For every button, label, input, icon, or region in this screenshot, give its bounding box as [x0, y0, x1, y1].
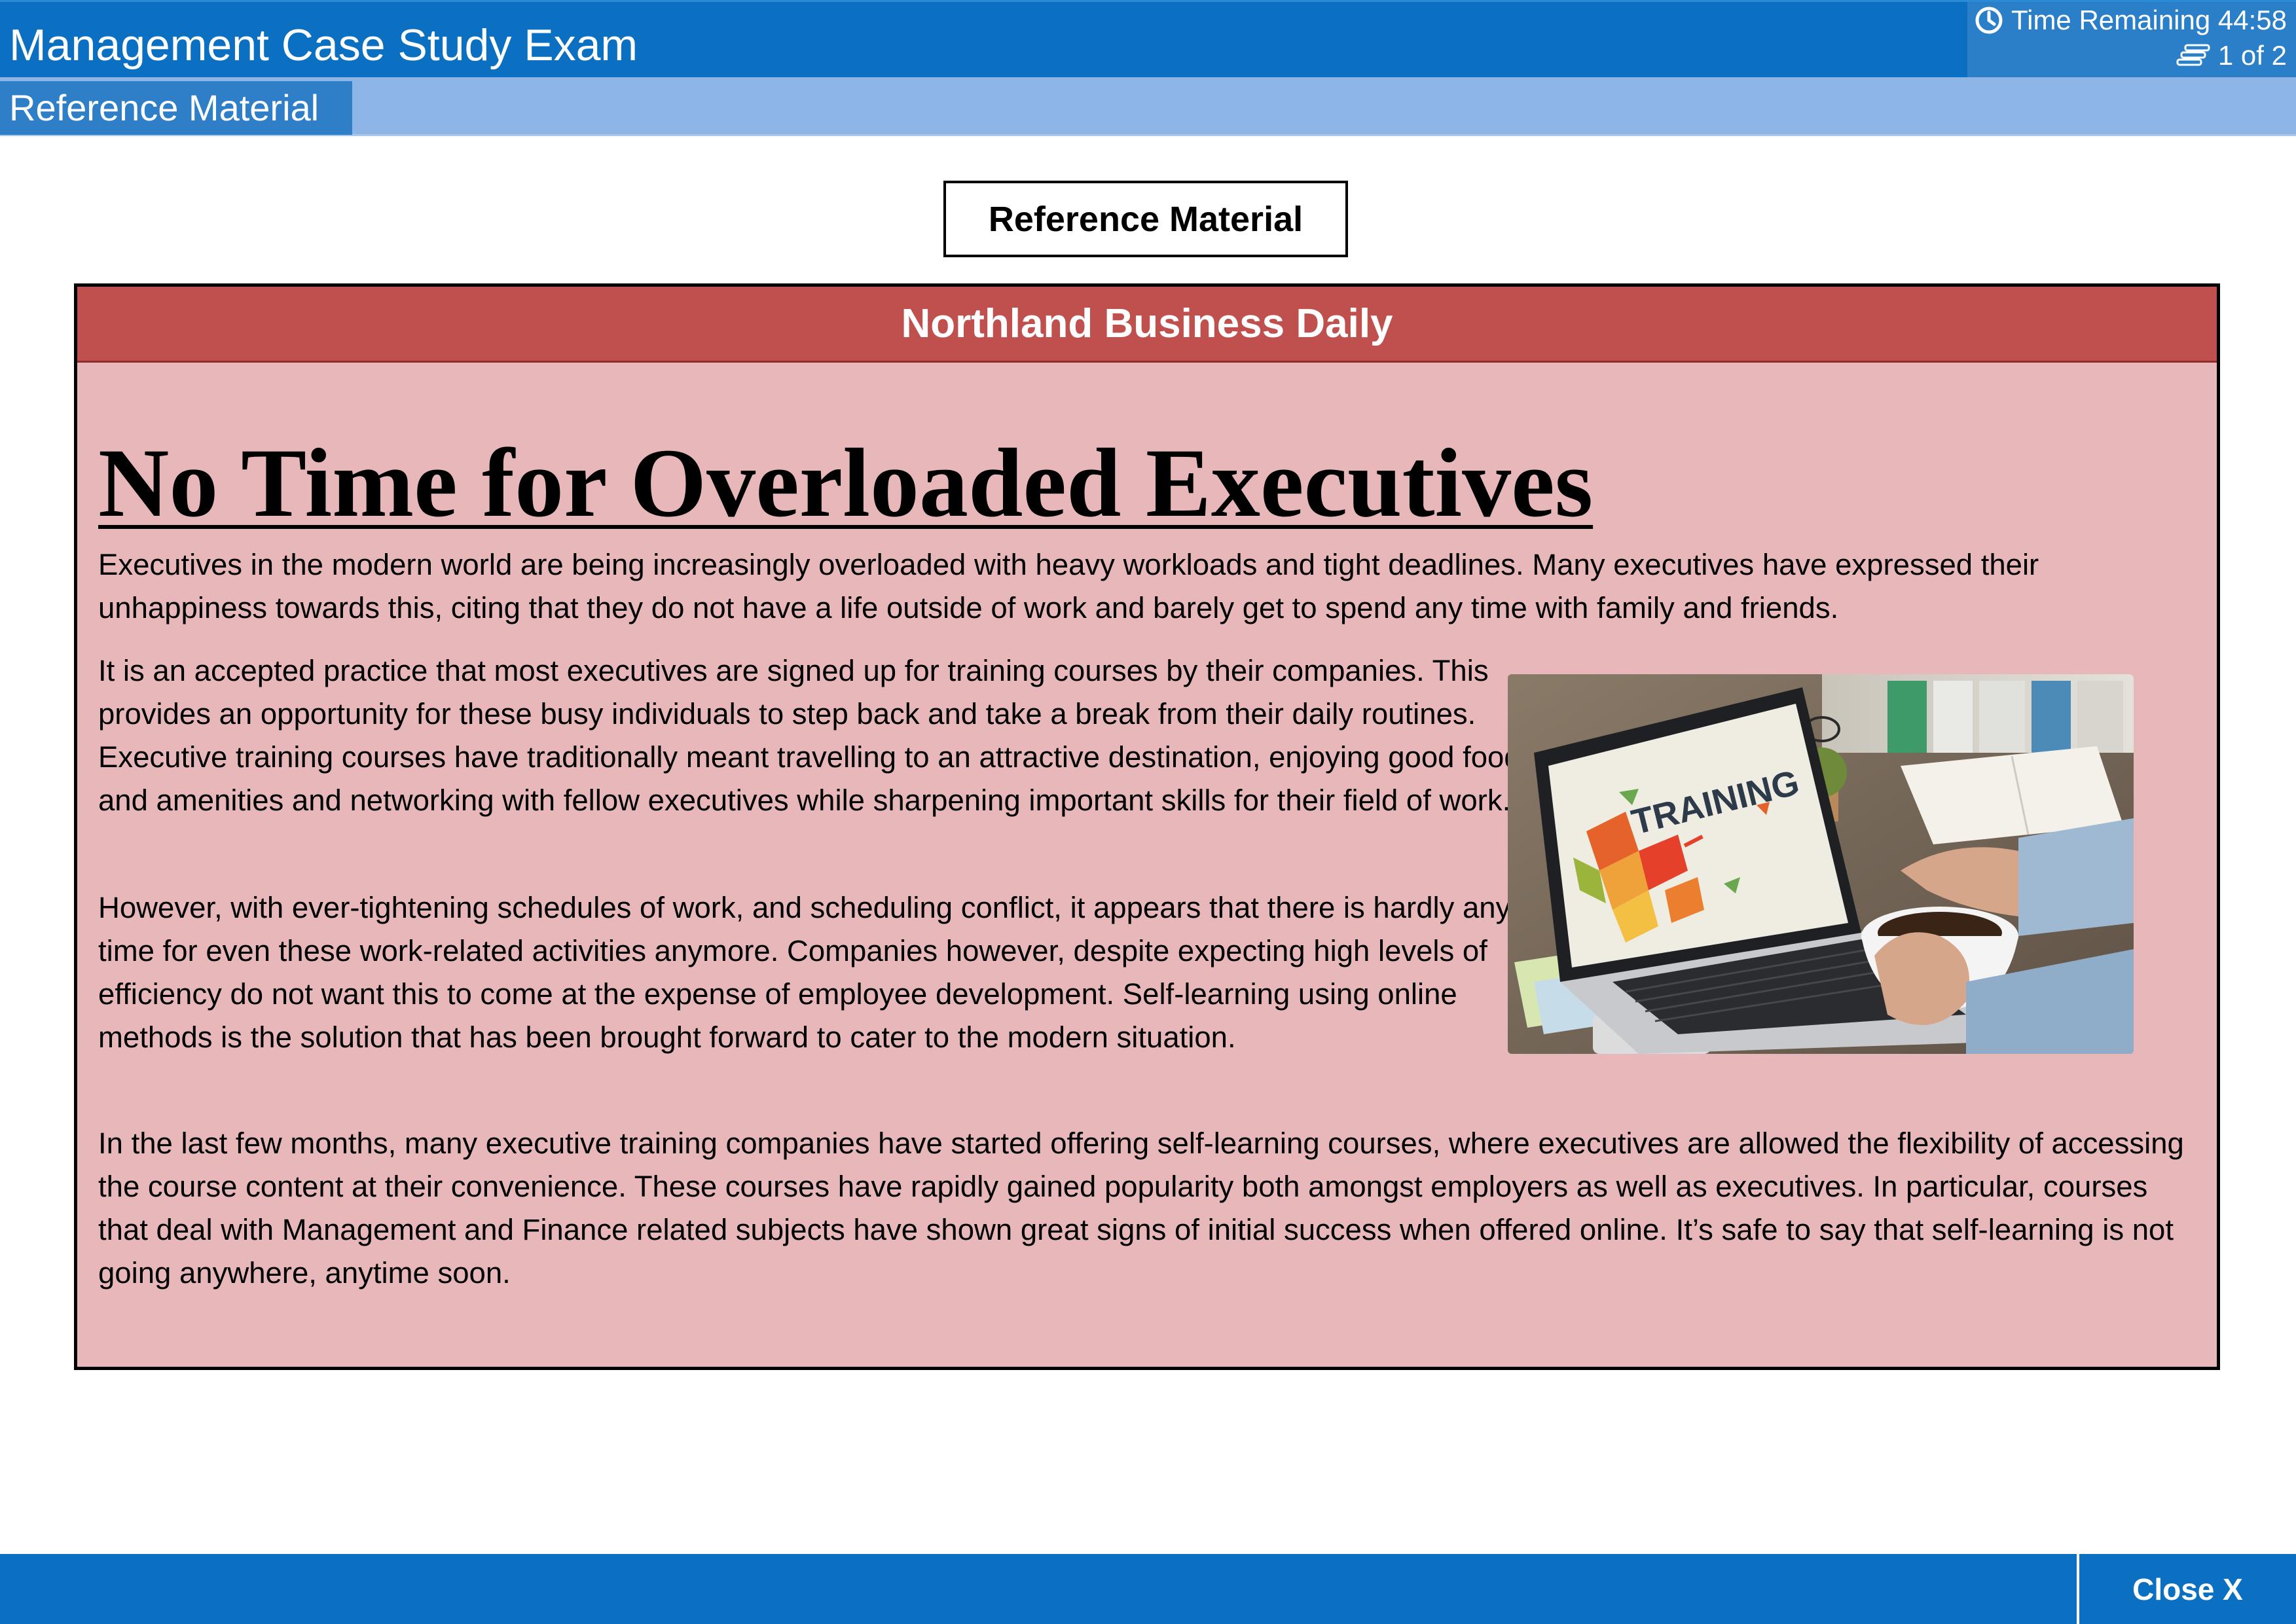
time-remaining-label: Time Remaining 44:58 [2011, 5, 2287, 35]
training-laptop-illustration: TRAINING [1508, 674, 2134, 1054]
page-indicator-label: 1 of 2 [2217, 40, 2287, 71]
publication-name: Northland Business Daily [77, 287, 2217, 363]
tab-reference-material[interactable]: Reference Material [0, 81, 352, 135]
status-panel: Time Remaining 44:58 1 of 2 [1967, 2, 2296, 79]
clock-icon [1975, 7, 2003, 34]
article-paragraph-4: In the last few months, many executive t… [98, 1127, 2184, 1290]
sub-toolbar: Reference Material [0, 77, 2296, 136]
article-paragraph-1: Executives in the modern world are being… [98, 548, 2039, 624]
page-indicator: 1 of 2 [2176, 39, 2287, 73]
article-paragraph-3: However, with ever-tightening schedules … [98, 891, 1511, 1054]
app-footer: Close X [0, 1554, 2296, 1624]
article-panel: Northland Business Daily No Time for Ove… [74, 283, 2220, 1370]
article-headline: No Time for Overloaded Executives [98, 429, 1594, 537]
article-paragraph-2: It is an accepted practice that most exe… [98, 654, 1521, 817]
app-header: Management Case Study Exam Time Remainin… [0, 0, 2296, 79]
pages-icon [2176, 44, 2210, 66]
time-remaining: Time Remaining 44:58 [1975, 3, 2287, 37]
app-title: Management Case Study Exam [9, 20, 638, 70]
close-button[interactable]: Close X [2077, 1554, 2296, 1624]
training-laptop-image: TRAINING [1508, 674, 2134, 1054]
reference-material-heading: Reference Material [943, 181, 1348, 257]
